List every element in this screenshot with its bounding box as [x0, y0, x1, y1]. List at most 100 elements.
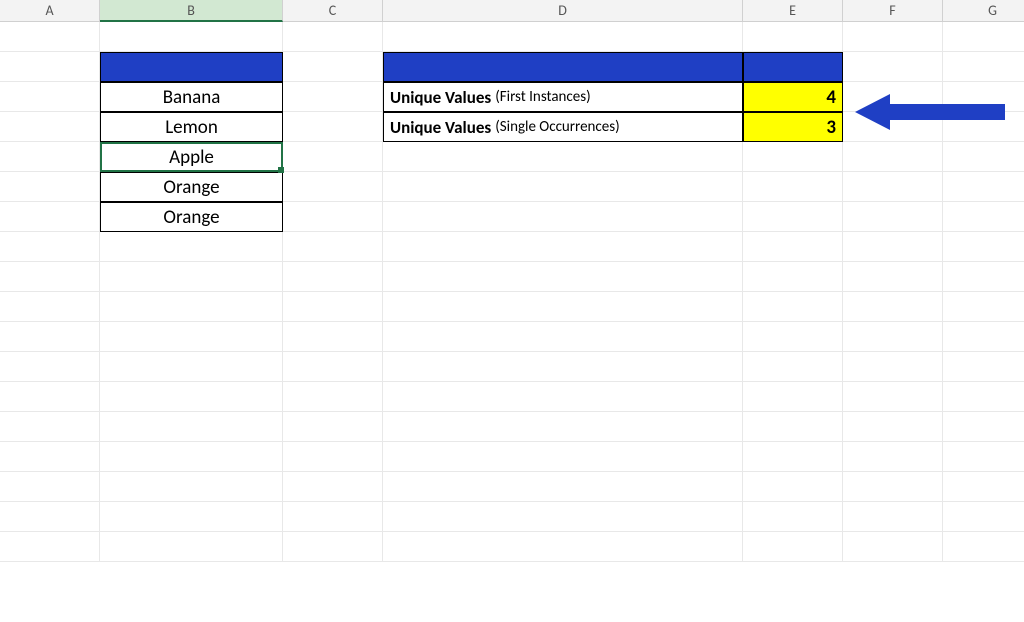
cell-g10[interactable]	[943, 292, 1024, 322]
cell-g8[interactable]	[943, 232, 1024, 262]
cell-g13[interactable]	[943, 382, 1024, 412]
cell-c2[interactable]	[283, 52, 383, 82]
cell-a17[interactable]	[0, 502, 100, 532]
cell-c5[interactable]	[283, 142, 383, 172]
cell-f7[interactable]	[843, 202, 943, 232]
cell-e9[interactable]	[743, 262, 843, 292]
col-header-b[interactable]: B	[100, 0, 283, 22]
cell-c7[interactable]	[283, 202, 383, 232]
cell-b9[interactable]	[100, 262, 283, 292]
cell-e16[interactable]	[743, 472, 843, 502]
cell-a9[interactable]	[0, 262, 100, 292]
fruit-item-5[interactable]: Orange	[100, 202, 283, 232]
fruit-item-2[interactable]: Lemon	[100, 112, 283, 142]
cell-b13[interactable]	[100, 382, 283, 412]
cell-c1[interactable]	[283, 22, 383, 52]
cell-c11[interactable]	[283, 322, 383, 352]
cell-c9[interactable]	[283, 262, 383, 292]
cell-c14[interactable]	[283, 412, 383, 442]
col-header-a[interactable]: A	[0, 0, 100, 22]
cell-g14[interactable]	[943, 412, 1024, 442]
cell-g15[interactable]	[943, 442, 1024, 472]
cell-f16[interactable]	[843, 472, 943, 502]
unique-label-1[interactable]: Unique Values(First Instances)	[383, 82, 743, 112]
cell-f6[interactable]	[843, 172, 943, 202]
cell-b14[interactable]	[100, 412, 283, 442]
cell-d9[interactable]	[383, 262, 743, 292]
cell-d17[interactable]	[383, 502, 743, 532]
col-header-d[interactable]: D	[383, 0, 743, 22]
cell-a13[interactable]	[0, 382, 100, 412]
cell-b1[interactable]	[100, 22, 283, 52]
cell-c4[interactable]	[283, 112, 383, 142]
cell-c6[interactable]	[283, 172, 383, 202]
cell-a5[interactable]	[0, 142, 100, 172]
spreadsheet-grid[interactable]: A B C D E F G Banana Unique Values(First…	[0, 0, 1024, 622]
unique-value-1[interactable]: 4	[743, 82, 843, 112]
cell-d7[interactable]	[383, 202, 743, 232]
cell-f11[interactable]	[843, 322, 943, 352]
cell-f3[interactable]	[843, 82, 943, 112]
cell-a6[interactable]	[0, 172, 100, 202]
cell-d8[interactable]	[383, 232, 743, 262]
cell-d15[interactable]	[383, 442, 743, 472]
cell-f14[interactable]	[843, 412, 943, 442]
fruit-header[interactable]	[100, 52, 283, 82]
col-header-f[interactable]: F	[843, 0, 943, 22]
cell-c8[interactable]	[283, 232, 383, 262]
cell-c12[interactable]	[283, 352, 383, 382]
cell-f5[interactable]	[843, 142, 943, 172]
cell-a10[interactable]	[0, 292, 100, 322]
fruit-item-3[interactable]: Apple	[100, 142, 283, 172]
cell-e10[interactable]	[743, 292, 843, 322]
cell-f18[interactable]	[843, 532, 943, 562]
cell-a2[interactable]	[0, 52, 100, 82]
cell-d1[interactable]	[383, 22, 743, 52]
cell-g18[interactable]	[943, 532, 1024, 562]
cell-a1[interactable]	[0, 22, 100, 52]
cell-f8[interactable]	[843, 232, 943, 262]
cell-g11[interactable]	[943, 322, 1024, 352]
cell-f4[interactable]	[843, 112, 943, 142]
cell-e14[interactable]	[743, 412, 843, 442]
cell-b8[interactable]	[100, 232, 283, 262]
cell-g16[interactable]	[943, 472, 1024, 502]
cell-a15[interactable]	[0, 442, 100, 472]
cell-f10[interactable]	[843, 292, 943, 322]
cell-f17[interactable]	[843, 502, 943, 532]
cell-b15[interactable]	[100, 442, 283, 472]
cell-g9[interactable]	[943, 262, 1024, 292]
cell-f9[interactable]	[843, 262, 943, 292]
cell-b11[interactable]	[100, 322, 283, 352]
cell-g3[interactable]	[943, 82, 1024, 112]
cell-g17[interactable]	[943, 502, 1024, 532]
cell-g2[interactable]	[943, 52, 1024, 82]
cell-c3[interactable]	[283, 82, 383, 112]
cell-b18[interactable]	[100, 532, 283, 562]
cell-d16[interactable]	[383, 472, 743, 502]
cell-c16[interactable]	[283, 472, 383, 502]
cell-e15[interactable]	[743, 442, 843, 472]
cell-e1[interactable]	[743, 22, 843, 52]
cell-a14[interactable]	[0, 412, 100, 442]
unique-header-val[interactable]	[743, 52, 843, 82]
cell-d5[interactable]	[383, 142, 743, 172]
cell-a11[interactable]	[0, 322, 100, 352]
cell-c17[interactable]	[283, 502, 383, 532]
cell-e5[interactable]	[743, 142, 843, 172]
cell-d14[interactable]	[383, 412, 743, 442]
cell-g4[interactable]	[943, 112, 1024, 142]
cell-e13[interactable]	[743, 382, 843, 412]
cell-b16[interactable]	[100, 472, 283, 502]
fruit-item-4[interactable]: Orange	[100, 172, 283, 202]
cell-c10[interactable]	[283, 292, 383, 322]
fruit-item-1[interactable]: Banana	[100, 82, 283, 112]
cell-a12[interactable]	[0, 352, 100, 382]
cell-b12[interactable]	[100, 352, 283, 382]
cell-b10[interactable]	[100, 292, 283, 322]
col-header-c[interactable]: C	[283, 0, 383, 22]
cell-g6[interactable]	[943, 172, 1024, 202]
cell-e17[interactable]	[743, 502, 843, 532]
cell-d18[interactable]	[383, 532, 743, 562]
col-header-g[interactable]: G	[943, 0, 1024, 22]
